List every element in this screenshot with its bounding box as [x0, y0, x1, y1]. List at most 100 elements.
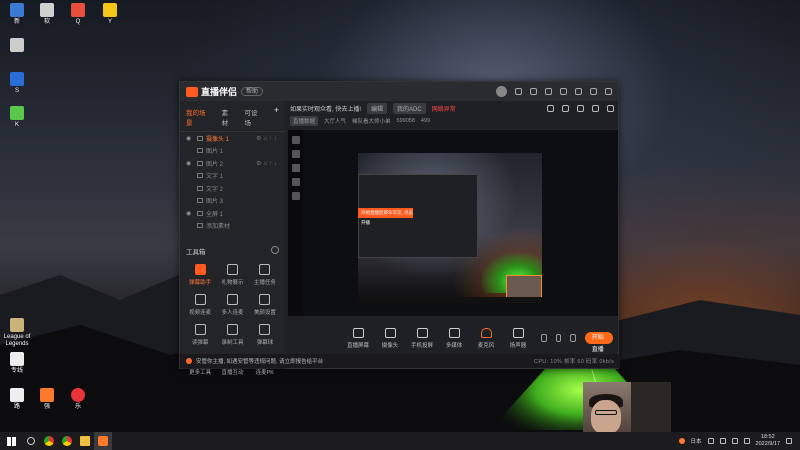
toolbox-item[interactable]: 录制工具	[216, 324, 248, 346]
maximize-icon[interactable]	[590, 88, 597, 95]
close-icon[interactable]	[605, 88, 612, 95]
desktop-icon-label: 路	[13, 404, 20, 410]
tool-label: 美颜设置	[253, 310, 276, 316]
lock-icon[interactable]	[562, 104, 569, 112]
add-scene-button[interactable]: +	[274, 106, 279, 127]
minimize-icon[interactable]	[575, 88, 582, 95]
performance-stats: CPU: 10% 帧率 60 码率 0kb/s	[534, 359, 614, 365]
app-icon	[71, 3, 85, 17]
tool-icon	[259, 324, 271, 335]
category-tag[interactable]: 我的ADC	[393, 102, 426, 114]
scene-item[interactable]: 图片 3	[180, 195, 285, 208]
help-badge[interactable]: 帮助	[241, 87, 264, 96]
desktop-icon-steam[interactable]: S	[2, 72, 32, 95]
tab-scenes[interactable]: 可设场	[244, 107, 263, 127]
tool-label: 主播任务	[253, 280, 276, 286]
source-icon	[197, 198, 203, 204]
start-live-button[interactable]: 开始直播	[584, 332, 613, 353]
ime-icon[interactable]	[743, 438, 750, 444]
eye-icon[interactable]: ◉	[186, 160, 193, 167]
desktop-icon-lol[interactable]: League of Legends	[1, 318, 33, 348]
scene-item[interactable]: 图片 1	[180, 145, 285, 158]
toolbox-item[interactable]: 礼物展示	[216, 264, 248, 286]
scene-item[interactable]: ◉ 图片 2 ⚙⌂↑↓	[180, 157, 285, 170]
settings-icon[interactable]	[570, 334, 576, 342]
app-icon	[103, 3, 117, 17]
tab-materials[interactable]: 素材	[222, 107, 235, 127]
eye-icon[interactable]: ◉	[186, 210, 193, 217]
desktop-icon-file1[interactable]: 专线	[2, 352, 32, 375]
more-icon[interactable]	[271, 246, 279, 254]
toolbox-item[interactable]: 多人连麦	[216, 294, 248, 316]
eye-icon[interactable]	[555, 334, 562, 342]
start-button[interactable]	[0, 432, 22, 450]
eye-icon[interactable]: ◉	[186, 135, 193, 142]
toolbox-item[interactable]: 读弹幕	[184, 324, 216, 346]
source-button[interactable]: 麦克风	[475, 327, 497, 349]
clock-time: 18:52	[760, 434, 775, 440]
toolbox-item[interactable]: 视频连麦	[184, 294, 216, 316]
network-icon[interactable]	[719, 438, 726, 444]
toolbox-item[interactable]: 美颜设置	[249, 294, 281, 316]
language-indicator[interactable]: 日本	[691, 437, 702, 445]
scene-tools-icon[interactable]: ⚙⌂↑↓	[256, 135, 279, 142]
gift-icon[interactable]	[547, 104, 554, 112]
desktop-icon-1[interactable]: 新	[2, 3, 32, 26]
skin-icon[interactable]	[545, 88, 552, 95]
notice-bar: 安管你主播, 如遇安管等违规问题, 请立即报告给平台 CPU: 10% 帧率 6…	[180, 354, 620, 368]
toolbox-item[interactable]: 主播任务	[249, 264, 281, 286]
scene-tools-icon[interactable]: ⚙⌂↑↓	[256, 160, 279, 167]
source-icon	[197, 135, 203, 141]
source-button[interactable]: 手机投屏	[411, 327, 433, 349]
source-button[interactable]: 扬声器	[507, 327, 529, 349]
taskbar-streaming-app[interactable]	[94, 432, 112, 450]
tool-icon	[259, 264, 271, 275]
source-button[interactable]: 直播屏幕	[347, 327, 369, 349]
source-button[interactable]: 多媒体	[443, 327, 465, 349]
desktop-icon-4[interactable]: Y	[95, 3, 125, 26]
scene-item[interactable]: ◉ 全屏 1	[180, 207, 285, 220]
app-logo: 直播伴侣	[186, 85, 237, 98]
app-icon	[10, 106, 24, 120]
scene-item[interactable]: 添加素材	[180, 220, 285, 233]
tab-my-scenes[interactable]: 我的场景	[186, 107, 212, 127]
clock[interactable]: 18:52 2022/9/17	[756, 434, 780, 448]
settings-icon[interactable]	[530, 88, 537, 95]
menu-icon[interactable]	[560, 88, 567, 95]
record-icon[interactable]	[541, 334, 547, 342]
volume-icon[interactable]	[731, 438, 738, 444]
stats-value-2: 499	[420, 118, 431, 124]
stats-tag[interactable]: 直播数据	[290, 116, 319, 126]
desktop-icon-file2[interactable]: 路	[2, 388, 32, 411]
notification-icon[interactable]	[786, 438, 792, 444]
taskbar-browser[interactable]	[58, 432, 76, 450]
taskbar-chrome[interactable]	[40, 432, 58, 450]
live-preview[interactable]: 开始直播后观众可见, 点击开播	[288, 130, 618, 316]
avatar[interactable]	[496, 86, 507, 97]
headset-icon[interactable]	[515, 88, 522, 95]
taskbar-explorer[interactable]	[76, 432, 94, 450]
desktop-icon-app-a[interactable]: 强	[32, 388, 62, 411]
desktop-icon-app-b[interactable]: 乐	[63, 388, 93, 411]
scene-item[interactable]: ◉ 摄像头 1 ⚙⌂↑↓	[180, 132, 285, 145]
edit-button[interactable]: 编辑	[367, 102, 388, 114]
orange-app-tray-icon[interactable]	[678, 438, 685, 444]
recycle-bin-icon	[10, 38, 24, 52]
desktop-icon-2[interactable]: 软	[32, 3, 62, 26]
scene-item[interactable]: 文字 2	[180, 182, 285, 195]
toolbox-item[interactable]: 弹幕助手	[184, 264, 216, 286]
desktop-icon-k[interactable]: K	[2, 106, 32, 129]
toolbox-item[interactable]: 弹幕球	[249, 324, 281, 346]
source-button[interactable]: 摄像头	[379, 327, 401, 349]
tool-icon	[194, 324, 206, 335]
screen-icon[interactable]	[577, 104, 584, 112]
chevron-up-icon[interactable]	[707, 438, 714, 444]
taskbar-search[interactable]	[22, 432, 40, 450]
desktop-icon-3[interactable]: Q	[63, 3, 93, 26]
scene-label: 全屏 1	[206, 211, 224, 218]
scene-item[interactable]: 文字 1	[180, 170, 285, 183]
bell-icon[interactable]	[592, 104, 599, 112]
share-icon[interactable]	[607, 104, 614, 112]
desktop-icon-recycle[interactable]	[2, 38, 32, 54]
source-toolbar: 直播屏幕 摄像头 手机投屏 多媒体 麦克风 扬声器 开始直播	[285, 322, 619, 354]
